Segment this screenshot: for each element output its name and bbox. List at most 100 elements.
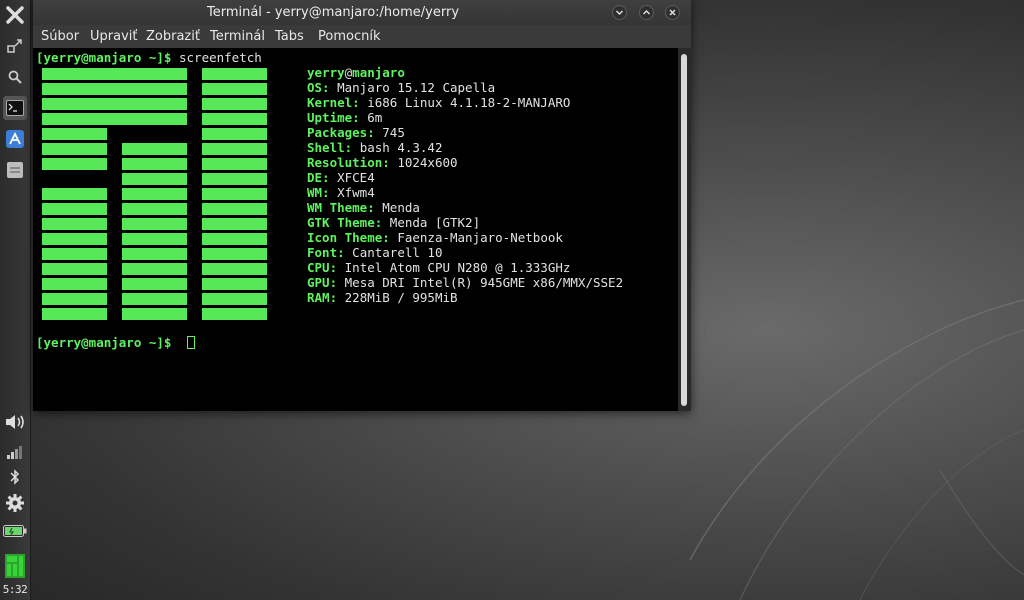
close-icon: [669, 9, 676, 16]
logo-block: [202, 308, 267, 320]
info-value: bash 4.3.42: [359, 140, 443, 155]
info-cpu: CPU: Intel Atom CPU N280 @ 1.333GHz: [307, 260, 570, 275]
logo-block: [202, 293, 267, 305]
logo-block: [122, 248, 187, 260]
prompt-line: [yerry@manjaro ~]$: [36, 335, 171, 350]
prompt: [yerry@manjaro ~]$: [36, 335, 172, 350]
resize-icon[interactable]: [3, 34, 27, 58]
logo-block: [202, 218, 267, 230]
bluetooth-icon[interactable]: [3, 465, 27, 489]
terminal-window: Terminál - yerry@manjaro:/home/yerry Súb…: [33, 0, 691, 411]
info-key: Font:: [307, 245, 345, 260]
logo-block: [202, 173, 267, 185]
terminal-icon[interactable]: [3, 96, 27, 120]
info-key: RAM:: [307, 290, 338, 305]
info-value: 6m: [367, 110, 383, 125]
info-shell: Shell: bash 4.3.42: [307, 140, 442, 155]
left-panel: 5:32: [0, 0, 31, 600]
info-key: Packages:: [307, 125, 375, 140]
info-key: WM:: [307, 185, 330, 200]
info-value: 228MiB / 995MiB: [344, 290, 458, 305]
info-value: Intel Atom CPU N280 @ 1.333GHz: [344, 260, 571, 275]
files-icon[interactable]: [3, 158, 27, 182]
logo-block: [202, 248, 267, 260]
logo-block: [42, 188, 107, 200]
logo-block: [122, 173, 187, 185]
search-icon[interactable]: [3, 65, 27, 89]
text-cursor: [187, 336, 195, 349]
info-wm: WM: Xfwm4: [307, 185, 375, 200]
logo-block: [122, 203, 187, 215]
info-value: i686 Linux 4.1.18-2-MANJARO: [367, 95, 571, 110]
command-line: [yerry@manjaro ~]$ screenfetch: [36, 50, 262, 65]
info-value: 745: [382, 125, 405, 140]
battery-icon[interactable]: [3, 519, 27, 543]
logo-block: [202, 158, 267, 170]
menu-upravit[interactable]: Upraviť: [90, 25, 137, 48]
host-name: manjaro: [352, 65, 405, 80]
logo-block: [122, 143, 187, 155]
logo-block: [122, 218, 187, 230]
menu-subor[interactable]: Súbor: [41, 25, 79, 48]
logo-block: [122, 293, 187, 305]
info-value: Mesa DRI Intel(R) 945GME x86/MMX/SSE2: [344, 275, 624, 290]
settings-gear-icon[interactable]: [3, 491, 27, 515]
window-title: Terminál - yerry@manjaro:/home/yerry: [206, 5, 460, 20]
menu-zobrazit[interactable]: Zobraziť: [146, 25, 200, 48]
info-icon-theme: Icon Theme: Faenza-Manjaro-Netbook: [307, 230, 563, 245]
info-value: Menda [GTK2]: [389, 215, 481, 230]
logo-block: [42, 308, 107, 320]
logo-block: [122, 158, 187, 170]
logo-block: [42, 293, 107, 305]
logo-block: [42, 68, 187, 80]
info-key: Kernel:: [307, 95, 360, 110]
info-os: OS: Manjaro 15.12 Capella: [307, 80, 495, 95]
info-key: CPU:: [307, 260, 338, 275]
info-resolution: Resolution: 1024x600: [307, 155, 458, 170]
logo-block: [42, 83, 187, 95]
manjaro-logo-icon[interactable]: [3, 553, 27, 579]
logo-block: [122, 308, 187, 320]
info-key: OS:: [307, 80, 330, 95]
logo-block: [202, 143, 267, 155]
menu-pomocnik[interactable]: Pomocník: [318, 25, 380, 48]
logo-block: [122, 278, 187, 290]
scrollbar-thumb[interactable]: [681, 54, 687, 406]
info-ram: RAM: 228MiB / 995MiB: [307, 290, 458, 305]
logo-block: [202, 83, 267, 95]
logo-block: [122, 263, 187, 275]
minimize-button[interactable]: [612, 5, 627, 20]
logo-block: [42, 248, 107, 260]
logo-block: [202, 98, 267, 110]
menu-tabs[interactable]: Tabs: [275, 25, 304, 48]
chevron-up-icon: [642, 9, 651, 15]
info-gtk-theme: GTK Theme: Menda [GTK2]: [307, 215, 480, 230]
menu-terminal[interactable]: Terminál: [210, 25, 265, 48]
info-value: Xfwm4: [337, 185, 375, 200]
close-button[interactable]: [665, 5, 680, 20]
logo-block: [42, 143, 107, 155]
chevron-down-icon: [615, 10, 624, 16]
volume-icon[interactable]: [3, 410, 27, 434]
info-value: Faenza-Manjaro-Netbook: [397, 230, 563, 245]
network-signal-icon[interactable]: [3, 440, 27, 464]
info-uptime: Uptime: 6m: [307, 110, 382, 125]
info-gpu: GPU: Mesa DRI Intel(R) 945GME x86/MMX/SS…: [307, 275, 623, 290]
scrollbar[interactable]: [678, 48, 691, 411]
title-bar[interactable]: Terminál - yerry@manjaro:/home/yerry: [33, 0, 691, 25]
logo-block: [202, 263, 267, 275]
maximize-button[interactable]: [639, 5, 654, 20]
logo-block: [42, 263, 107, 275]
logo-block: [42, 218, 107, 230]
app-finder-icon[interactable]: [3, 127, 27, 151]
logo-block: [202, 113, 267, 125]
terminal-output[interactable]: [yerry@manjaro ~]$ screenfetch yerry@man…: [33, 48, 678, 411]
user-host: yerry@manjaro: [307, 65, 405, 80]
close-icon[interactable]: [3, 3, 27, 27]
panel-clock[interactable]: 5:32: [0, 581, 30, 599]
logo-block: [42, 158, 107, 170]
info-key: WM Theme:: [307, 200, 375, 215]
info-key: Icon Theme:: [307, 230, 390, 245]
info-key: Shell:: [307, 140, 353, 155]
info-key: GPU:: [307, 275, 338, 290]
